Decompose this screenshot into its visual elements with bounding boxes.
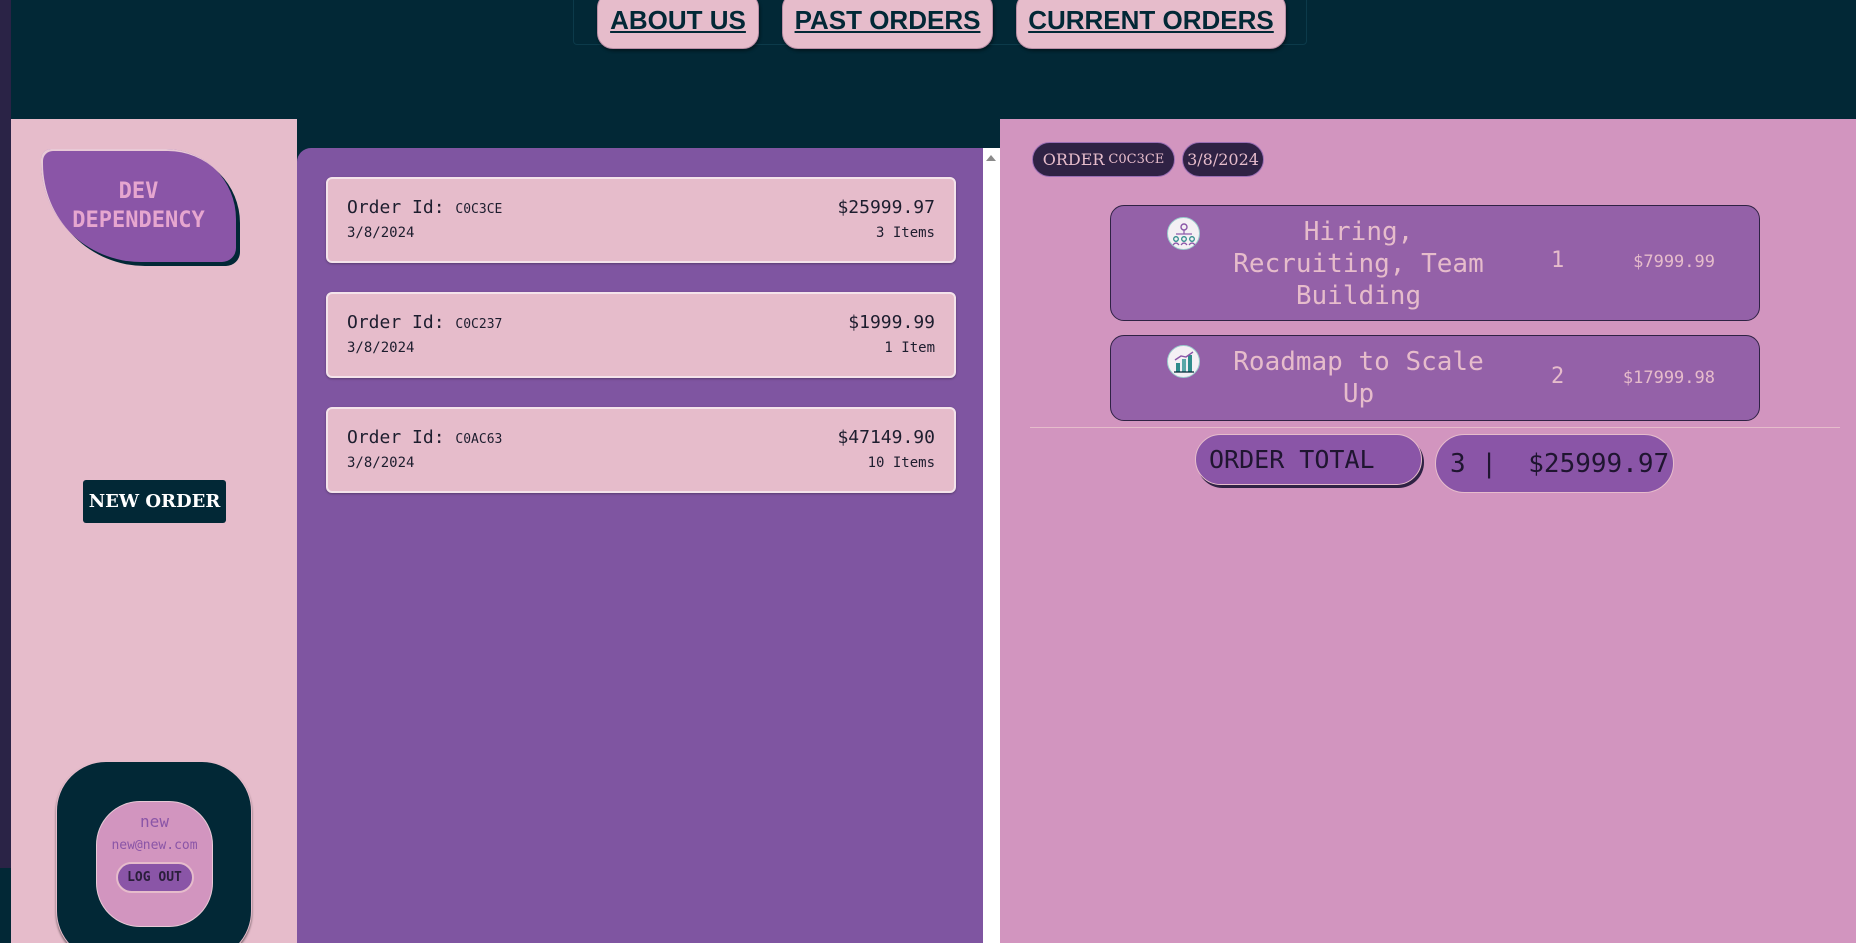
order-total-label: ORDER TOTAL bbox=[1195, 434, 1422, 485]
line-item-price: $7999.99 bbox=[1633, 252, 1715, 272]
divider bbox=[1030, 427, 1840, 428]
order-card[interactable]: Order Id: C0AC63 3/8/2024 $47149.90 10 I… bbox=[326, 407, 956, 493]
order-id-code: C0AC63 bbox=[455, 432, 503, 447]
order-id-code: C0C237 bbox=[455, 317, 503, 332]
order-id: Order Id: C0C3CE bbox=[347, 197, 502, 218]
order-label: ORDER bbox=[1042, 150, 1105, 169]
nav-about-us[interactable]: ABOUT US bbox=[597, 0, 759, 49]
order-date: 3/8/2024 bbox=[347, 455, 415, 471]
line-item-name: Roadmap to Scale Up bbox=[1233, 347, 1484, 409]
order-date: 3/8/2024 bbox=[347, 340, 415, 356]
order-item-count: 10 Items bbox=[867, 455, 935, 471]
order-id-label: Order Id: bbox=[347, 197, 445, 218]
window-edge bbox=[0, 0, 11, 868]
line-item-name: Hiring, Recruiting, Team Building bbox=[1233, 217, 1484, 311]
order-code-badge: ORDER C0C3CE bbox=[1032, 142, 1175, 177]
order-date: 3/8/2024 bbox=[347, 225, 415, 241]
line-item-qty: 1 bbox=[1551, 248, 1565, 273]
order-code: C0C3CE bbox=[1108, 152, 1165, 167]
order-item-count: 3 Items bbox=[875, 225, 935, 241]
logo[interactable]: DEV DEPENDENCY bbox=[41, 149, 236, 262]
order-total: $25999.97 bbox=[837, 197, 935, 218]
order-item-count: 1 Item bbox=[884, 340, 935, 356]
order-date-badge: 3/8/2024 bbox=[1182, 142, 1264, 177]
user-name: new bbox=[140, 812, 169, 831]
scroll-up-arrow-icon[interactable] bbox=[986, 155, 996, 161]
nav-current-orders[interactable]: CURRENT ORDERS bbox=[1016, 0, 1286, 49]
order-id: Order Id: C0AC63 bbox=[347, 427, 502, 448]
nav-past-orders[interactable]: PAST ORDERS bbox=[782, 0, 993, 49]
order-detail-panel: ORDER C0C3CE 3/8/2024 Hiring, Recruiting,… bbox=[1000, 119, 1856, 943]
team-hierarchy-icon bbox=[1167, 217, 1200, 250]
logout-button[interactable]: LOG OUT bbox=[115, 862, 194, 893]
order-total: $1999.99 bbox=[848, 312, 935, 333]
user-email: new@new.com bbox=[111, 838, 198, 853]
orders-list: Order Id: C0C3CE 3/8/2024 $25999.97 3 It… bbox=[297, 148, 983, 943]
orders-scrollbar[interactable] bbox=[983, 148, 1000, 943]
logo-line-2: DEPENDENCY bbox=[72, 207, 205, 233]
new-order-button[interactable]: NEW ORDER bbox=[83, 480, 226, 523]
order-total-value: 3 | $25999.97 bbox=[1435, 434, 1674, 493]
line-item-qty: 2 bbox=[1551, 364, 1565, 389]
user-card: new new@new.com LOG OUT bbox=[56, 761, 252, 943]
line-item: Roadmap to Scale Up 2 $17999.98 bbox=[1110, 335, 1760, 421]
order-total: $47149.90 bbox=[837, 427, 935, 448]
sidebar: DEV DEPENDENCY NEW ORDER new new@new.com… bbox=[11, 119, 297, 943]
order-id-label: Order Id: bbox=[347, 312, 445, 333]
line-item-price: $17999.98 bbox=[1622, 368, 1715, 388]
line-item: Hiring, Recruiting, Team Building 1 $799… bbox=[1110, 205, 1760, 321]
order-id-code: C0C3CE bbox=[455, 202, 503, 217]
order-card[interactable]: Order Id: C0C237 3/8/2024 $1999.99 1 Ite… bbox=[326, 292, 956, 378]
logo-line-1: DEV bbox=[118, 178, 159, 204]
growth-chart-icon bbox=[1167, 345, 1200, 378]
order-id-label: Order Id: bbox=[347, 427, 445, 448]
user-info: new new@new.com LOG OUT bbox=[96, 801, 213, 927]
order-id: Order Id: C0C237 bbox=[347, 312, 502, 333]
order-card[interactable]: Order Id: C0C3CE 3/8/2024 $25999.97 3 It… bbox=[326, 177, 956, 263]
